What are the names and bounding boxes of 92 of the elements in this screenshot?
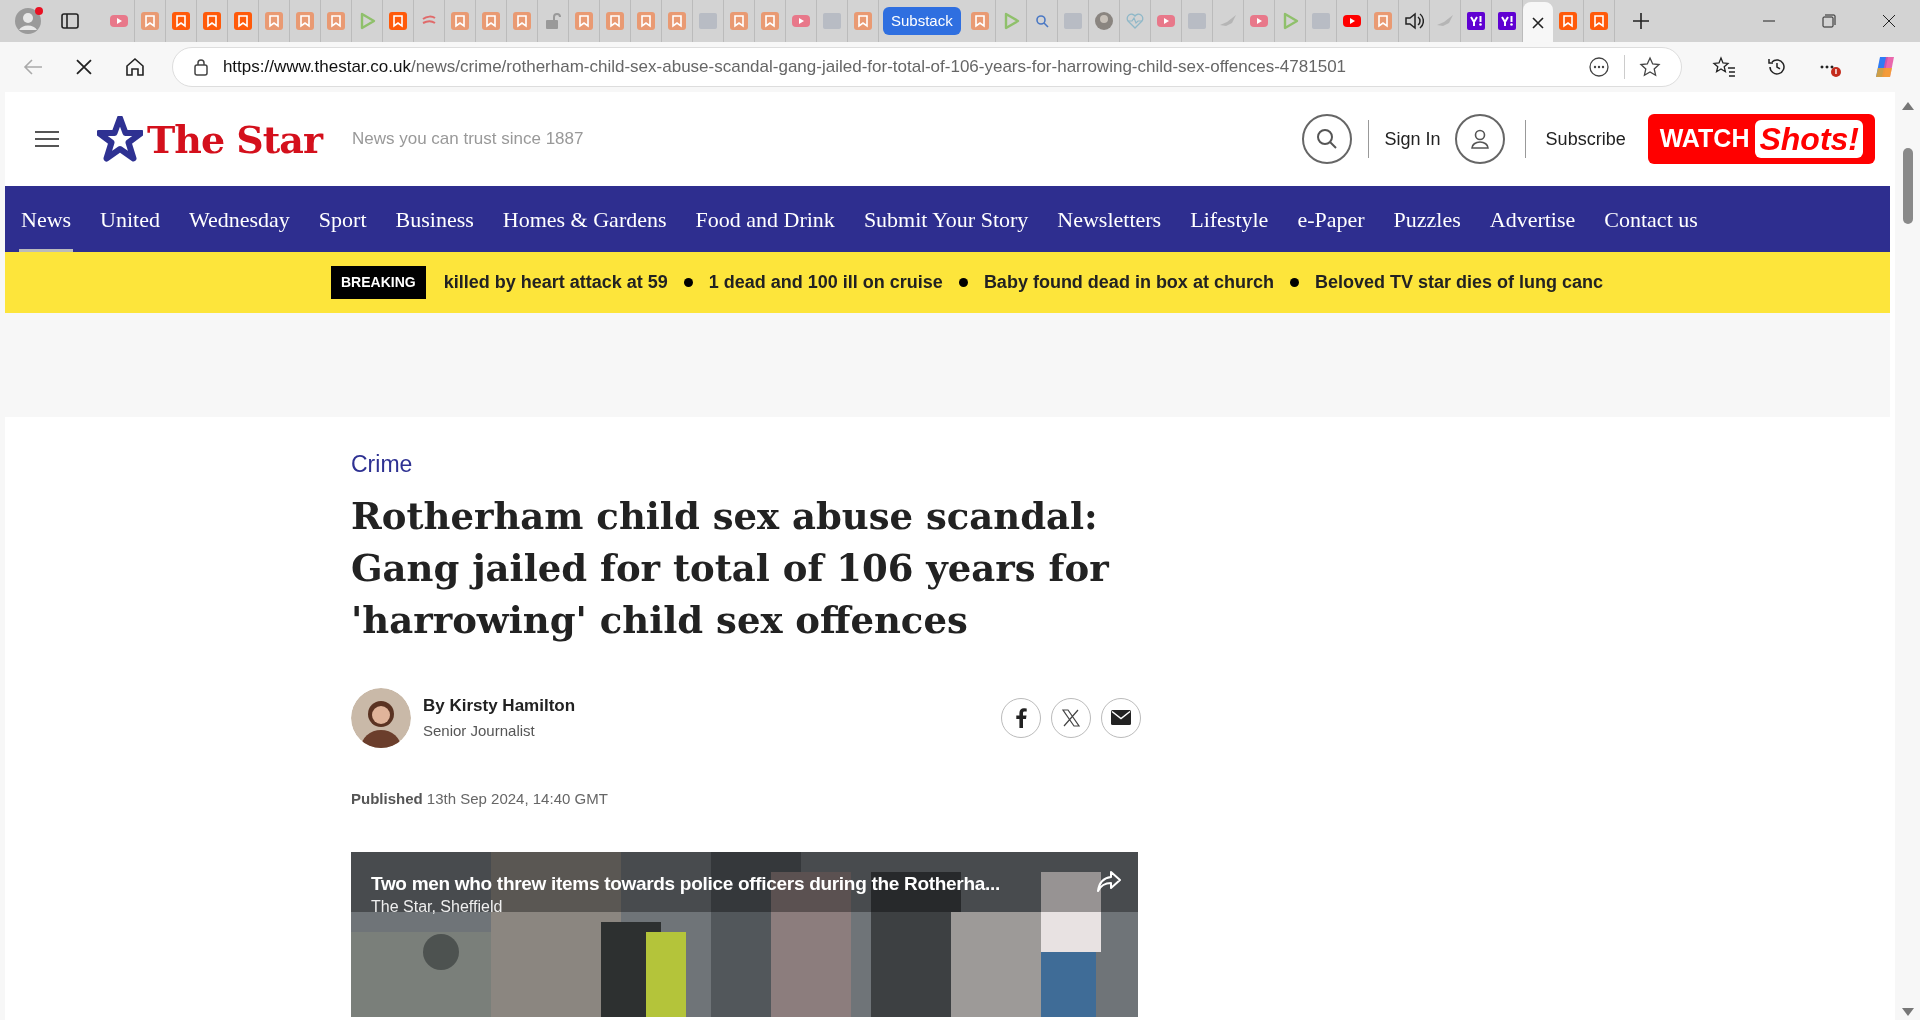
user-icon bbox=[1468, 128, 1491, 150]
nav-link[interactable]: Lifestyle bbox=[1188, 186, 1271, 252]
tab-actions-icon[interactable] bbox=[60, 11, 80, 31]
more-icon[interactable] bbox=[1588, 56, 1611, 78]
lock-icon bbox=[543, 11, 563, 31]
bookmark-icon bbox=[574, 11, 594, 31]
nav-link[interactable]: Business bbox=[393, 186, 476, 252]
nav-link[interactable]: Submit Your Story bbox=[861, 186, 1031, 252]
yahoo-icon bbox=[1465, 11, 1486, 31]
nav-link[interactable]: Wednesday bbox=[187, 186, 292, 252]
address-bar[interactable]: https://www.thestar.co.uk/news/crime/rotherham-child-sex-abuse-scandal-gang-jailed-for-total-of-106-years-for-harrowing-child-sex-offences-4781501 bbox=[171, 47, 1683, 87]
bookmark-icon bbox=[512, 11, 532, 31]
lock-icon bbox=[192, 58, 209, 76]
watch-shots-button[interactable]: WATCH Shots! bbox=[1647, 114, 1875, 164]
bookmark-icon bbox=[605, 11, 625, 31]
heart-pulse-icon bbox=[1124, 11, 1145, 31]
nav-link[interactable]: United bbox=[98, 186, 162, 252]
breaking-news-link[interactable]: 1 dead and 100 ill on cruise bbox=[708, 269, 943, 296]
nav-link[interactable]: Sport bbox=[316, 186, 369, 252]
nav-link[interactable]: e-Paper bbox=[1295, 186, 1367, 252]
bookmark-icon bbox=[171, 11, 191, 31]
favorite-star-icon[interactable] bbox=[1639, 56, 1662, 78]
author-role: Senior Journalist bbox=[423, 721, 536, 741]
bookmark-icon bbox=[264, 11, 284, 31]
bookmark-icon bbox=[450, 11, 470, 31]
yahoo-icon bbox=[1496, 11, 1517, 31]
bookmark-icon bbox=[667, 11, 687, 31]
close-icon[interactable] bbox=[1882, 14, 1896, 28]
nav-link[interactable]: Advertise bbox=[1487, 186, 1578, 252]
avatar-icon bbox=[1093, 11, 1114, 31]
site-icon bbox=[1186, 11, 1207, 31]
bookmark-icon bbox=[202, 11, 222, 31]
restore-icon[interactable] bbox=[1822, 14, 1836, 28]
site-icon bbox=[822, 11, 842, 31]
bookmark-icon bbox=[295, 11, 315, 31]
mail-icon bbox=[1111, 710, 1131, 725]
tagline: News you can trust since 1887 bbox=[351, 128, 584, 151]
account-button[interactable] bbox=[1454, 114, 1505, 164]
breaking-news-link[interactable]: Baby found dead in box at church bbox=[983, 269, 1274, 296]
nav-link[interactable]: Contact us bbox=[1602, 186, 1700, 252]
author-avatar bbox=[351, 687, 411, 748]
published-date: Published 13th Sep 2024, 14:40 GMT bbox=[351, 788, 609, 809]
profile-icon[interactable] bbox=[14, 6, 44, 36]
breaking-label: BREAKING bbox=[331, 266, 426, 299]
bookmark-icon bbox=[969, 11, 990, 31]
site-icon bbox=[698, 11, 718, 31]
bookmark-icon bbox=[388, 11, 408, 31]
bookmark-icon bbox=[481, 11, 501, 31]
speaker-icon bbox=[1403, 11, 1424, 31]
breaking-news-link[interactable]: Beloved TV star dies of lung canc bbox=[1314, 269, 1603, 296]
nav-link[interactable]: Puzzles bbox=[1391, 186, 1463, 252]
nav-link[interactable]: Food and Drink bbox=[693, 186, 837, 252]
bookmark-icon bbox=[326, 11, 346, 31]
video-title: Two men who threw items towards police officers during the Rotherha... bbox=[371, 872, 1000, 896]
sign-in-link[interactable]: Sign In bbox=[1384, 125, 1441, 153]
menu-icon[interactable] bbox=[35, 130, 59, 148]
nav-link[interactable]: Homes & Gardens bbox=[500, 186, 669, 252]
nav-link[interactable]: Newsletters bbox=[1055, 186, 1164, 252]
site-logo[interactable]: The Star bbox=[147, 110, 322, 168]
bookmark-icon bbox=[140, 11, 160, 31]
bookmark-icon bbox=[233, 11, 253, 31]
breaking-news-link[interactable]: killed by heart attack at 59 bbox=[443, 269, 668, 296]
bookmark-icon bbox=[1372, 11, 1393, 31]
site-icon bbox=[1310, 11, 1331, 31]
facebook-icon bbox=[1015, 707, 1027, 728]
subscribe-link[interactable]: Subscribe bbox=[1545, 125, 1626, 153]
bookmark-icon bbox=[853, 11, 873, 31]
bookmark-icon bbox=[636, 11, 656, 31]
home-icon[interactable] bbox=[123, 56, 146, 78]
scrollbar-thumb[interactable] bbox=[1902, 148, 1913, 224]
url-text: https://www.thestar.co.uk/news/crime/rotherham-child-sex-abuse-scandal-gang-jailed-for-total-of-106-years-for-harrowing-child-sex-offences-4781501 bbox=[222, 56, 1348, 79]
share-icon[interactable] bbox=[1096, 870, 1122, 894]
video-source: The Star, Sheffield bbox=[371, 897, 503, 917]
star-logo-icon bbox=[97, 116, 143, 162]
author-name[interactable]: By Kirsty Hamilton bbox=[423, 692, 576, 718]
category-link[interactable]: Crime bbox=[351, 447, 1145, 482]
site-icon bbox=[1062, 11, 1083, 31]
bookmark-icon bbox=[1588, 11, 1609, 31]
new-tab-icon[interactable] bbox=[1630, 11, 1651, 31]
headline: Rotherham child sex abuse scandal: Gang jailed for total of 106 years for 'harrowing' child sex offences bbox=[351, 492, 1110, 644]
browser-tab[interactable] bbox=[1522, 2, 1553, 44]
video-player[interactable]: Two men who threw items towards police officers during the Rotherha... The Star, Sheffield bbox=[351, 852, 1138, 1017]
bookmark-icon bbox=[1557, 11, 1578, 31]
bookmark-icon bbox=[729, 11, 749, 31]
scroll-down-icon[interactable] bbox=[1901, 1008, 1914, 1016]
search-icon bbox=[1315, 128, 1338, 150]
search-button[interactable] bbox=[1301, 114, 1352, 164]
x-icon bbox=[1061, 707, 1081, 728]
favorites-icon[interactable] bbox=[1712, 56, 1737, 78]
scroll-up-icon[interactable] bbox=[1901, 102, 1914, 110]
bookmark-icon bbox=[760, 11, 780, 31]
tab-group-label[interactable]: Substack bbox=[883, 6, 961, 36]
